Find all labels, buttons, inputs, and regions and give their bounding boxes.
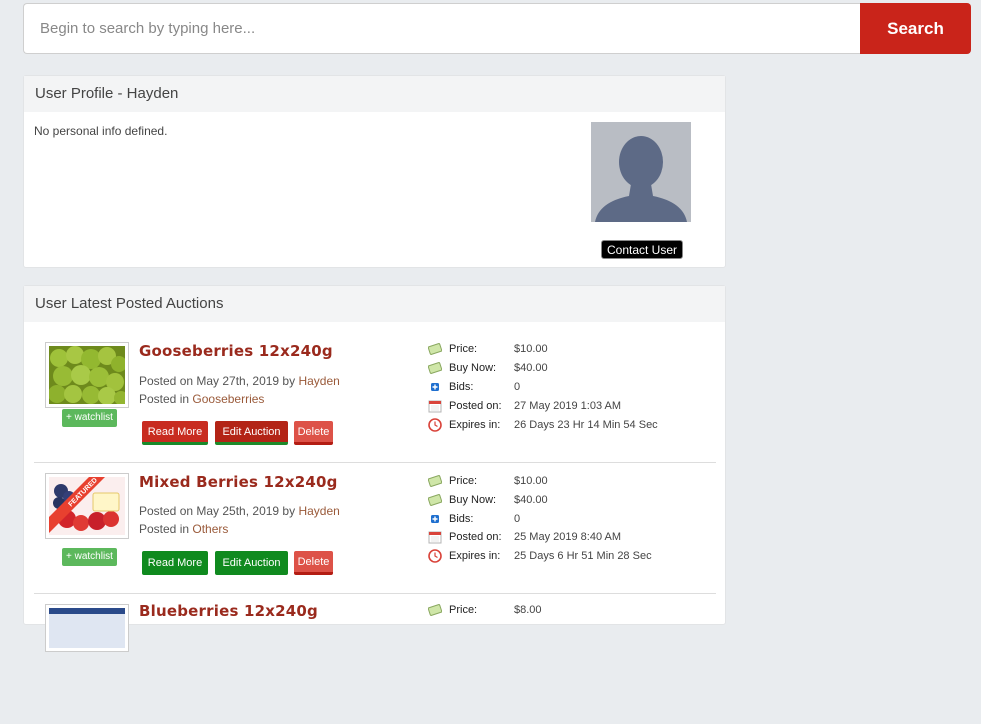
author-link[interactable]: Hayden	[298, 374, 339, 388]
money-icon	[428, 343, 442, 355]
read-more-button[interactable]: Read More	[142, 551, 208, 575]
plus-icon	[431, 515, 439, 523]
auction-item: FEATURED + watchlist Mixed Berries 12x24…	[34, 463, 716, 594]
auction-posted-date: Posted on May 27th, 2019 by Hayden	[139, 374, 340, 388]
delete-auction-button[interactable]: Delete	[294, 421, 333, 445]
posted-on-row: Posted on: 27 May 2019 1:03 AM	[428, 397, 708, 415]
category-link[interactable]: Others	[192, 522, 228, 536]
auction-category: Posted in Gooseberries	[139, 392, 265, 406]
auction-item: + watchlist Gooseberries 12x240g Posted …	[34, 332, 716, 463]
price-row: Price: $10.00	[428, 472, 708, 490]
panel-title: User Latest Posted Auctions	[24, 286, 725, 322]
edit-auction-button[interactable]: Edit Auction	[215, 421, 288, 445]
price-row: Price: $8.00	[428, 601, 708, 619]
gooseberries-image-icon	[49, 346, 125, 404]
expires-row: Expires in: 26 Days 23 Hr 14 Min 54 Sec	[428, 416, 708, 434]
auction-item: Blueberries 12x240g Price: $8.00	[34, 594, 716, 724]
auction-title-link[interactable]: Mixed Berries 12x240g	[139, 473, 338, 491]
clock-icon	[428, 549, 442, 563]
read-more-button[interactable]: Read More	[142, 421, 208, 445]
search-bar: Search	[23, 3, 971, 54]
money-icon	[428, 494, 442, 506]
avatar-silhouette-icon	[591, 122, 691, 222]
money-icon	[428, 362, 442, 374]
contact-user-button[interactable]: Contact User	[601, 240, 683, 259]
search-input[interactable]	[23, 3, 860, 54]
search-button[interactable]: Search	[860, 3, 971, 54]
money-icon	[428, 604, 442, 616]
auction-thumbnail[interactable]: FEATURED	[45, 473, 129, 539]
bids-row: Bids: 0	[428, 378, 708, 396]
mixed-berries-image-icon: FEATURED	[49, 477, 125, 535]
auction-posted-date: Posted on May 25th, 2019 by Hayden	[139, 504, 340, 518]
posted-on-row: Posted on: 25 May 2019 8:40 AM	[428, 528, 708, 546]
bids-row: Bids: 0	[428, 510, 708, 528]
clock-icon	[428, 418, 442, 432]
edit-auction-button[interactable]: Edit Auction	[215, 551, 288, 575]
price-row: Price: $10.00	[428, 340, 708, 358]
calendar-icon	[428, 400, 442, 413]
add-to-watchlist-button[interactable]: + watchlist	[62, 548, 117, 566]
auction-title-link[interactable]: Blueberries 12x240g	[139, 602, 318, 620]
panel-title: User Profile - Hayden	[24, 76, 725, 112]
auction-thumbnail[interactable]	[45, 342, 129, 408]
author-link[interactable]: Hayden	[298, 504, 339, 518]
calendar-icon	[428, 531, 442, 544]
user-profile-panel: User Profile - Hayden No personal info d…	[23, 75, 726, 268]
money-icon	[428, 475, 442, 487]
buy-now-row: Buy Now: $40.00	[428, 491, 708, 509]
latest-auctions-panel: User Latest Posted Auctions + watchlist …	[23, 285, 726, 652]
auction-thumbnail[interactable]	[45, 604, 129, 652]
auction-category: Posted in Others	[139, 522, 229, 536]
blueberries-image-icon	[49, 608, 125, 648]
buy-now-row: Buy Now: $40.00	[428, 359, 708, 377]
delete-auction-button[interactable]: Delete	[294, 551, 333, 575]
add-to-watchlist-button[interactable]: + watchlist	[62, 409, 117, 427]
profile-info-text: No personal info defined.	[34, 124, 168, 138]
category-link[interactable]: Gooseberries	[192, 392, 264, 406]
expires-row: Expires in: 25 Days 6 Hr 51 Min 28 Sec	[428, 547, 708, 565]
auction-title-link[interactable]: Gooseberries 12x240g	[139, 342, 333, 360]
plus-icon	[431, 383, 439, 391]
avatar	[591, 122, 691, 222]
